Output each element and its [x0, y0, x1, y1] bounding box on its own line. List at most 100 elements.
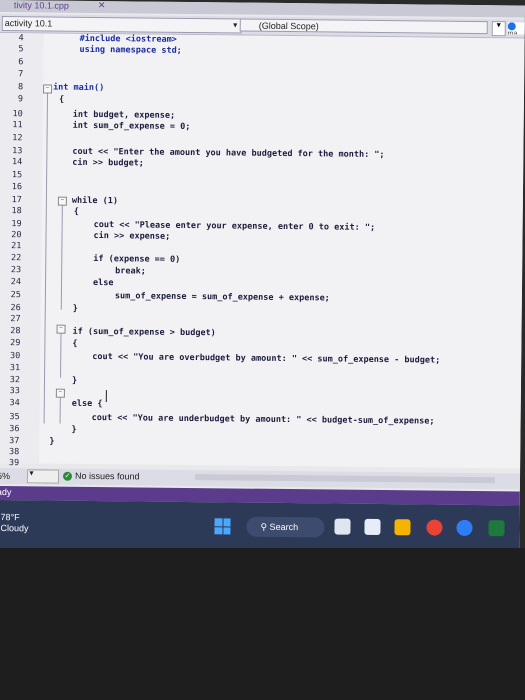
search-label: Search: [269, 521, 299, 533]
line-number: 8: [17, 82, 24, 93]
file-explorer-icon[interactable]: [334, 518, 351, 535]
weather-widget[interactable]: 78°F Cloudy: [0, 512, 28, 534]
chrome-icon[interactable]: [426, 519, 443, 536]
line-number: 35: [9, 412, 20, 423]
code-line-23: break;: [115, 266, 146, 277]
code-line-10: int budget, expense;: [72, 109, 176, 121]
line-number: 32: [9, 375, 21, 386]
code-line-24: else: [92, 277, 114, 289]
line-number: 24: [10, 277, 22, 288]
line-number: 25: [10, 290, 21, 301]
indent-guide: [60, 333, 62, 378]
line-number: 12: [12, 133, 23, 144]
line-number: 30: [9, 351, 21, 362]
line-number: 16: [11, 182, 23, 193]
code-editor[interactable]: 4 5 6 7 8 9 10 11 12 13 14 15 16 17 18 19 20 21 22 23 24 25 26…: [0, 32, 525, 469]
fold-toggle-icon[interactable]: −: [55, 388, 65, 398]
search-icon: ⚲: [260, 521, 270, 532]
weather-condition: Cloudy: [0, 523, 29, 534]
code-line-8-text: int main(): [53, 82, 105, 94]
code-line-8: int main(): [53, 83, 104, 94]
chevron-down-icon[interactable]: ▼: [491, 21, 506, 37]
code-line-35: cout << "You are underbudget by amount: …: [91, 412, 435, 427]
line-number: 19: [11, 219, 22, 230]
line-number: 4: [18, 33, 24, 44]
zoom-dropdown[interactable]: ▼: [26, 469, 60, 484]
line-number: 20: [11, 230, 22, 241]
taskbar: 78°F Cloudy ⚲ Search: [0, 499, 520, 554]
code-line-28: if (sum_of_expense > budget): [72, 326, 216, 339]
code-line-11: int sum_of_expense = 0;: [72, 120, 191, 133]
code-line-17: while (1): [71, 195, 119, 207]
code-line-25: sum_of_expense = sum_of_expense + expens…: [114, 291, 330, 304]
line-number: 33: [9, 386, 20, 397]
code-line-14: cin >> budget;: [72, 157, 145, 169]
code-line-37: }: [49, 436, 55, 447]
line-number: 6: [18, 57, 24, 68]
line-number: 29: [10, 338, 21, 349]
line-number: 18: [11, 206, 22, 217]
indent-guide: [59, 397, 61, 424]
line-number: 15: [11, 170, 23, 181]
line-number: 23: [10, 265, 22, 276]
windows-start-icon[interactable]: [214, 518, 231, 535]
excel-icon[interactable]: [488, 520, 505, 537]
horizontal-scrollbar[interactable]: [194, 474, 496, 484]
line-number: 37: [9, 436, 20, 447]
line-number: 39: [8, 458, 20, 469]
line-number: 21: [11, 241, 22, 252]
line-number: 5: [18, 44, 24, 55]
fold-toggle-icon[interactable]: −: [43, 84, 53, 94]
edge-icon[interactable]: [456, 519, 473, 536]
file-dropdown-label: activity 10.1: [4, 18, 53, 29]
issues-indicator[interactable]: ✓ No issues found: [62, 470, 140, 482]
code-line-22: if (expense == 0): [93, 253, 181, 265]
close-icon[interactable]: ✕: [98, 0, 106, 11]
indent-guide: [60, 205, 63, 310]
line-number: 34: [9, 398, 20, 409]
code-line-5: using namespace std;: [79, 44, 182, 56]
file-dropdown[interactable]: activity 10.1 ▼: [1, 16, 242, 34]
scope-dropdown-label: (Global Scope): [258, 20, 319, 32]
code-line-30: cout << "You are overbudget by amount: "…: [92, 351, 441, 366]
indent-guide: [43, 93, 49, 424]
fold-toggle-icon[interactable]: −: [57, 196, 67, 206]
line-number: 13: [12, 146, 23, 157]
laptop-bezel: [0, 548, 525, 700]
code-line-34: else {: [71, 398, 103, 410]
code-line-32: }: [71, 375, 78, 386]
issues-label: No issues found: [74, 470, 140, 482]
fold-toggle-icon[interactable]: −: [56, 324, 66, 334]
taskbar-search[interactable]: ⚲ Search: [246, 516, 325, 538]
line-number: 17: [11, 195, 22, 206]
extension-label: ma: [507, 30, 518, 35]
line-number: 10: [12, 109, 23, 120]
line-number: 36: [9, 424, 20, 435]
line-number: 14: [12, 157, 23, 168]
app-icon[interactable]: [364, 518, 381, 536]
line-number: 7: [18, 69, 24, 80]
line-number: 27: [10, 314, 21, 325]
code-line-26: }: [72, 303, 78, 314]
screen: tivity 10.1.cpp ✕ activity 10.1 ▼ (Globa…: [0, 0, 525, 554]
weather-temp: 78°F: [0, 512, 20, 523]
line-number: 22: [10, 253, 22, 264]
folder-icon[interactable]: [394, 519, 411, 536]
code-line-20: cin >> expense;: [93, 230, 171, 242]
ready-label: ady: [0, 486, 12, 498]
code-line-36: }: [71, 424, 77, 435]
window-title: tivity 10.1.cpp: [13, 0, 70, 11]
zoom-level[interactable]: 5%: [0, 471, 10, 481]
chevron-down-icon: ▼: [231, 22, 239, 30]
extension-area[interactable]: ma: [507, 22, 525, 35]
line-number: 28: [10, 326, 21, 337]
scope-dropdown[interactable]: (Global Scope): [239, 18, 488, 35]
line-number: 9: [17, 94, 24, 105]
line-number: 26: [10, 303, 21, 314]
text-cursor: [105, 390, 107, 403]
copilot-icon: [507, 22, 516, 31]
code-line-4: #include <iostream>: [79, 33, 177, 45]
code-line-9: {: [58, 94, 65, 105]
code-line-29: {: [72, 338, 78, 349]
line-number: 38: [8, 447, 20, 458]
